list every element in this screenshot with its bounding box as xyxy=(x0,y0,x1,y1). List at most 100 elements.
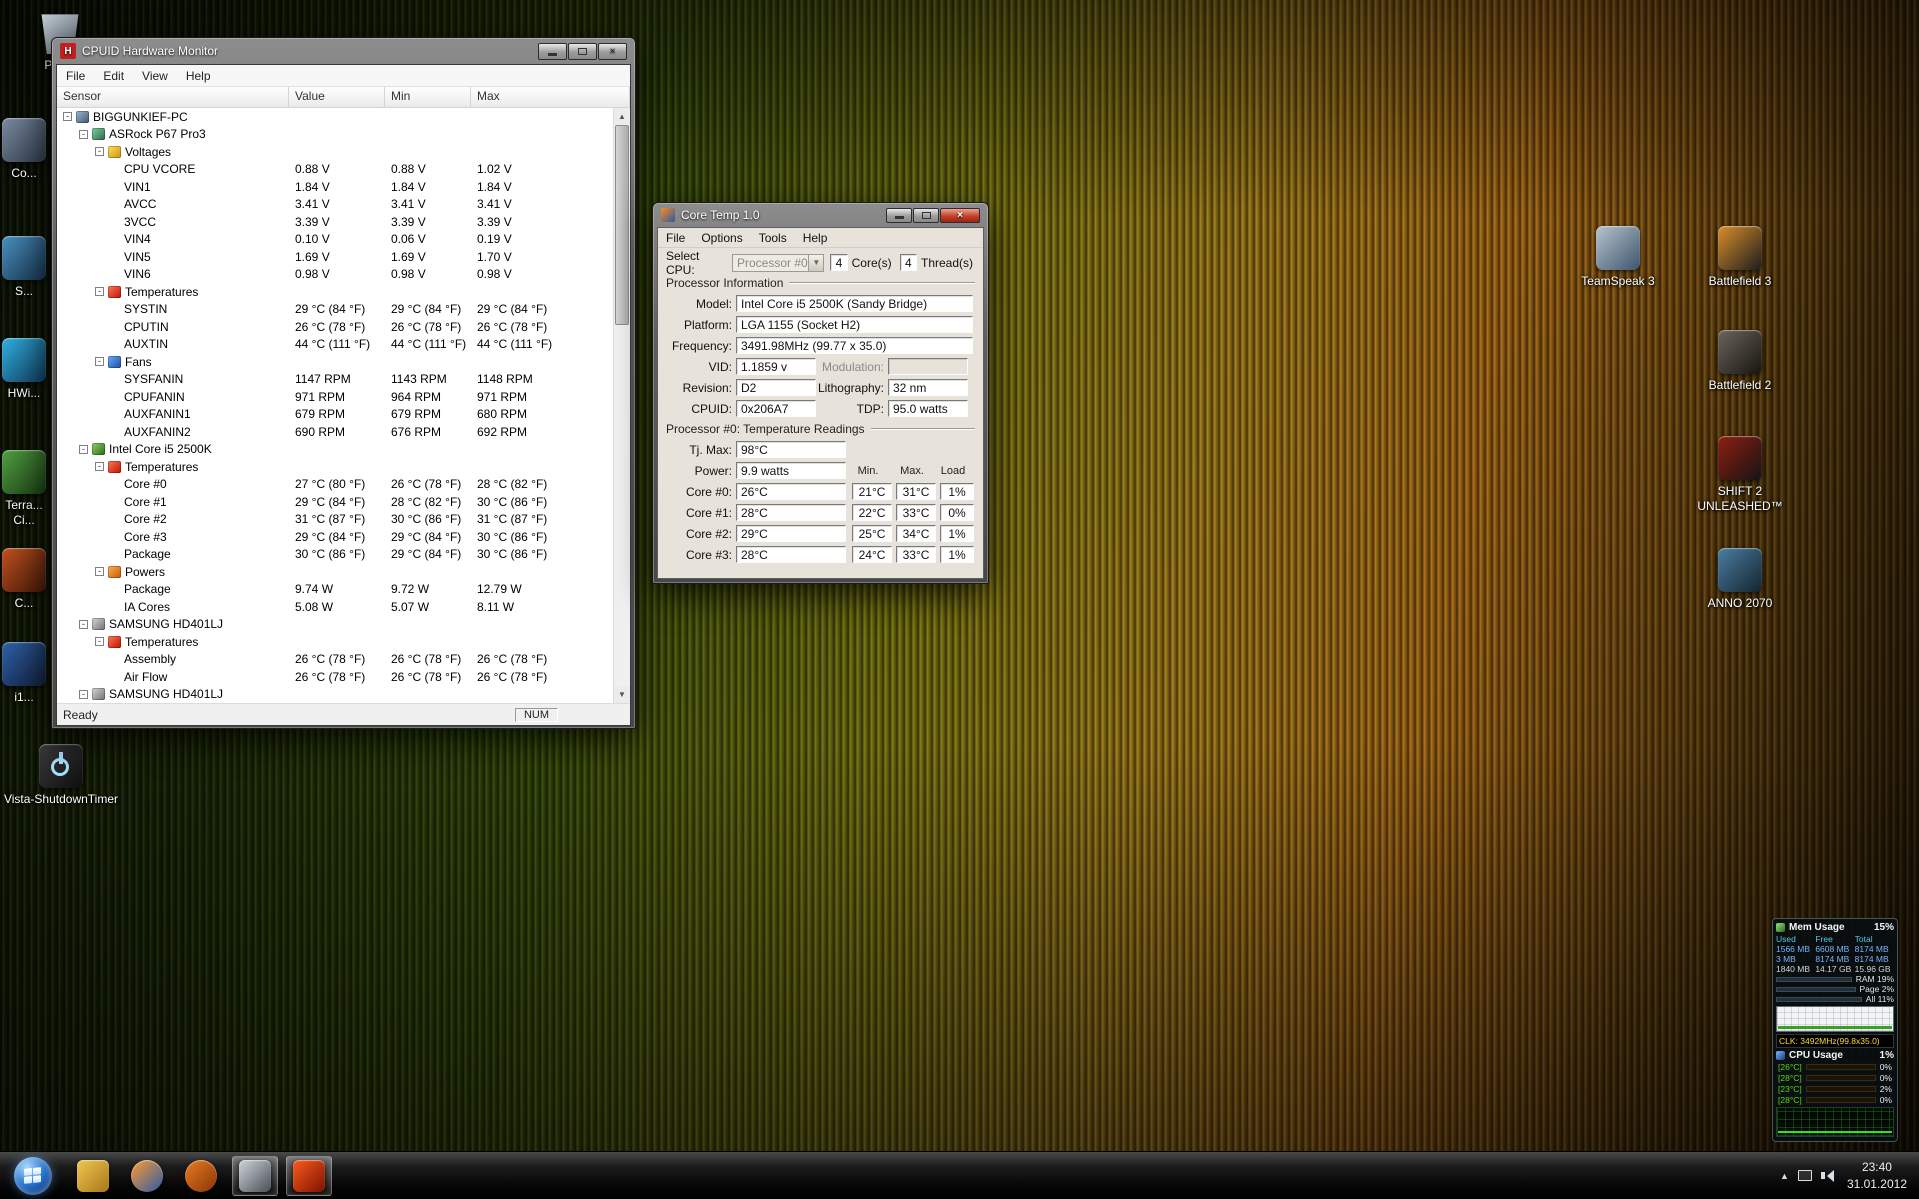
sensor-max: 3.39 V xyxy=(477,214,512,229)
start-button[interactable] xyxy=(14,1156,52,1195)
cpu-select[interactable]: Processor #0 ▼ xyxy=(732,253,825,272)
volume-icon[interactable] xyxy=(1820,1169,1834,1182)
tree-expander-icon[interactable]: - xyxy=(95,357,104,367)
table-row[interactable]: Core #3 29 °C (84 °F) 29 °C (84 °F) 30 °C (… xyxy=(57,528,613,546)
table-row[interactable]: VIN4 0.10 V 0.06 V 0.19 V xyxy=(57,231,613,249)
teamspeak-3[interactable]: TeamSpeak 3 xyxy=(1568,226,1668,289)
tree-expander-icon[interactable]: - xyxy=(95,147,104,157)
column-header-min[interactable]: Min xyxy=(385,87,471,107)
table-row[interactable]: - SAMSUNG HD401LJ xyxy=(57,686,613,704)
vertical-scrollbar[interactable]: ▲ ▼ xyxy=(613,108,630,703)
coretemp-titlebar[interactable]: Core Temp 1.0 × xyxy=(657,203,984,227)
menu-file[interactable]: File xyxy=(658,228,693,247)
table-row[interactable]: - Voltages xyxy=(57,143,613,161)
vista-shutdowntimer[interactable]: Vista-ShutdownTimer xyxy=(0,744,122,807)
column-header-max[interactable]: Max xyxy=(471,87,630,107)
coretemp-taskbar-button[interactable] xyxy=(286,1155,332,1196)
menu-view[interactable]: View xyxy=(133,65,177,86)
table-row[interactable]: AUXFANIN1 679 RPM 679 RPM 680 RPM xyxy=(57,406,613,424)
sensor-label: Package xyxy=(124,582,171,597)
chip-icon xyxy=(92,443,105,456)
orange-app-taskbar-button[interactable] xyxy=(178,1156,224,1196)
scroll-up-icon[interactable]: ▲ xyxy=(614,108,630,125)
desktop-icon-label: SHIFT 2 UNLEASHED™ xyxy=(1697,484,1783,513)
table-row[interactable]: VIN6 0.98 V 0.98 V 0.98 V xyxy=(57,266,613,284)
core-load-value: 1% xyxy=(940,483,974,500)
table-row[interactable]: Core #0 27 °C (80 °F) 26 °C (78 °F) 28 °C (… xyxy=(57,476,613,494)
tree-expander-icon[interactable]: - xyxy=(63,112,72,122)
column-header-load: Load xyxy=(940,464,966,477)
menu-help[interactable]: Help xyxy=(177,65,220,86)
menu-tools[interactable]: Tools xyxy=(751,228,795,247)
scrollbar-thumb[interactable] xyxy=(615,125,629,325)
table-row[interactable]: CPU VCORE 0.88 V 0.88 V 1.02 V xyxy=(57,161,613,179)
num-lock-indicator: NUM xyxy=(514,707,558,722)
table-row[interactable]: CPUTIN 26 °C (78 °F) 26 °C (78 °F) 26 °C (7… xyxy=(57,318,613,336)
table-row[interactable]: Core #2 31 °C (87 °F) 30 °C (86 °F) 31 °C (… xyxy=(57,511,613,529)
table-row[interactable]: - Temperatures xyxy=(57,458,613,476)
table-row[interactable]: - SAMSUNG HD401LJ xyxy=(57,616,613,634)
sensor-label: Temperatures xyxy=(125,459,199,474)
clock[interactable]: 23:40 31.01.2012 xyxy=(1847,1159,1907,1191)
explorer-taskbar-button[interactable] xyxy=(70,1156,116,1196)
tray-expand-icon[interactable]: ▲ xyxy=(1780,1171,1789,1181)
shift-2-unleashed[interactable]: SHIFT 2 UNLEASHED™ xyxy=(1690,436,1790,514)
table-row[interactable]: Air Flow 26 °C (78 °F) 26 °C (78 °F) 26 °C … xyxy=(57,668,613,686)
network-icon[interactable] xyxy=(1797,1170,1812,1181)
tree-expander-icon[interactable]: - xyxy=(79,689,88,699)
table-row[interactable]: SYSTIN 29 °C (84 °F) 29 °C (84 °F) 29 °C (8… xyxy=(57,301,613,319)
menu-edit[interactable]: Edit xyxy=(94,65,133,86)
core-count-label: Core(s) xyxy=(851,255,892,270)
table-row[interactable]: AUXFANIN2 690 RPM 676 RPM 692 RPM xyxy=(57,423,613,441)
table-row[interactable]: - Temperatures xyxy=(57,283,613,301)
menu-options[interactable]: Options xyxy=(693,228,750,247)
sensor-label: CPU VCORE xyxy=(124,162,196,177)
tree-expander-icon[interactable]: - xyxy=(95,287,104,297)
table-row[interactable]: AVCC 3.41 V 3.41 V 3.41 V xyxy=(57,196,613,214)
table-row[interactable]: CPUFANIN 971 RPM 964 RPM 971 RPM xyxy=(57,388,613,406)
tree-expander-icon[interactable]: - xyxy=(95,637,104,647)
table-row[interactable]: Package 30 °C (86 °F) 29 °C (84 °F) 30 °C (… xyxy=(57,546,613,564)
table-row[interactable]: - BIGGUNKIEF-PC xyxy=(57,108,613,126)
table-row[interactable]: VIN5 1.69 V 1.69 V 1.70 V xyxy=(57,248,613,266)
table-row[interactable]: - ASRock P67 Pro3 xyxy=(57,126,613,144)
table-row[interactable]: Core #1 29 °C (84 °F) 28 °C (82 °F) 30 °C (… xyxy=(57,493,613,511)
tree-expander-icon[interactable]: - xyxy=(79,129,88,139)
minimize-button[interactable] xyxy=(538,42,567,60)
anno-2070[interactable]: ANNO 2070 xyxy=(1690,548,1790,611)
menu-file[interactable]: File xyxy=(57,65,94,86)
close-button[interactable]: × xyxy=(940,207,980,223)
maximize-button[interactable] xyxy=(568,42,597,60)
tree-expander-icon[interactable]: - xyxy=(79,444,88,454)
battlefield-3[interactable]: Battlefield 3 xyxy=(1690,226,1790,289)
table-row[interactable]: - Fans xyxy=(57,353,613,371)
table-row[interactable]: VIN1 1.84 V 1.84 V 1.84 V xyxy=(57,178,613,196)
battlefield-2[interactable]: Battlefield 2 xyxy=(1690,330,1790,393)
tree-expander-icon[interactable]: - xyxy=(79,619,88,629)
tree-expander-icon[interactable]: - xyxy=(95,567,104,577)
table-row[interactable]: - Temperatures xyxy=(57,633,613,651)
firefox-taskbar-button[interactable] xyxy=(124,1156,170,1196)
tree-expander-icon[interactable]: - xyxy=(95,462,104,472)
table-row[interactable]: Package 9.74 W 9.72 W 12.79 W xyxy=(57,581,613,599)
table-row[interactable]: 3VCC 3.39 V 3.39 V 3.39 V xyxy=(57,213,613,231)
sensor-value: 27 °C (80 °F) xyxy=(295,477,366,492)
table-row[interactable]: - Powers xyxy=(57,563,613,581)
table-row[interactable]: AUXTIN 44 °C (111 °F) 44 °C (111 °F) 44 °C … xyxy=(57,336,613,354)
hwmonitor-titlebar[interactable]: H CPUID Hardware Monitor × xyxy=(56,38,631,64)
temp-icon xyxy=(108,635,121,648)
table-row[interactable]: Assembly 26 °C (78 °F) 26 °C (78 °F) 26 °C … xyxy=(57,651,613,669)
table-row[interactable]: - Intel Core i5 2500K xyxy=(57,441,613,459)
menu-help[interactable]: Help xyxy=(795,228,836,247)
scroll-down-icon[interactable]: ▼ xyxy=(614,686,630,703)
close-button[interactable]: × xyxy=(598,42,627,60)
column-header-sensor[interactable]: Sensor xyxy=(57,87,289,107)
hwmonitor-taskbar-button[interactable] xyxy=(232,1155,278,1196)
table-row[interactable]: IA Cores 5.08 W 5.07 W 8.11 W xyxy=(57,598,613,616)
system-monitor-gadget[interactable]: Mem Usage 15% Used Free Total 1566 MB 6608 … xyxy=(1772,918,1898,1142)
table-row[interactable]: SYSFANIN 1147 RPM 1143 RPM 1148 RPM xyxy=(57,371,613,389)
maximize-button[interactable] xyxy=(913,207,939,223)
minimize-button[interactable] xyxy=(886,207,912,223)
column-header-value[interactable]: Value xyxy=(289,87,385,107)
core-label: Core #1: xyxy=(685,505,732,520)
